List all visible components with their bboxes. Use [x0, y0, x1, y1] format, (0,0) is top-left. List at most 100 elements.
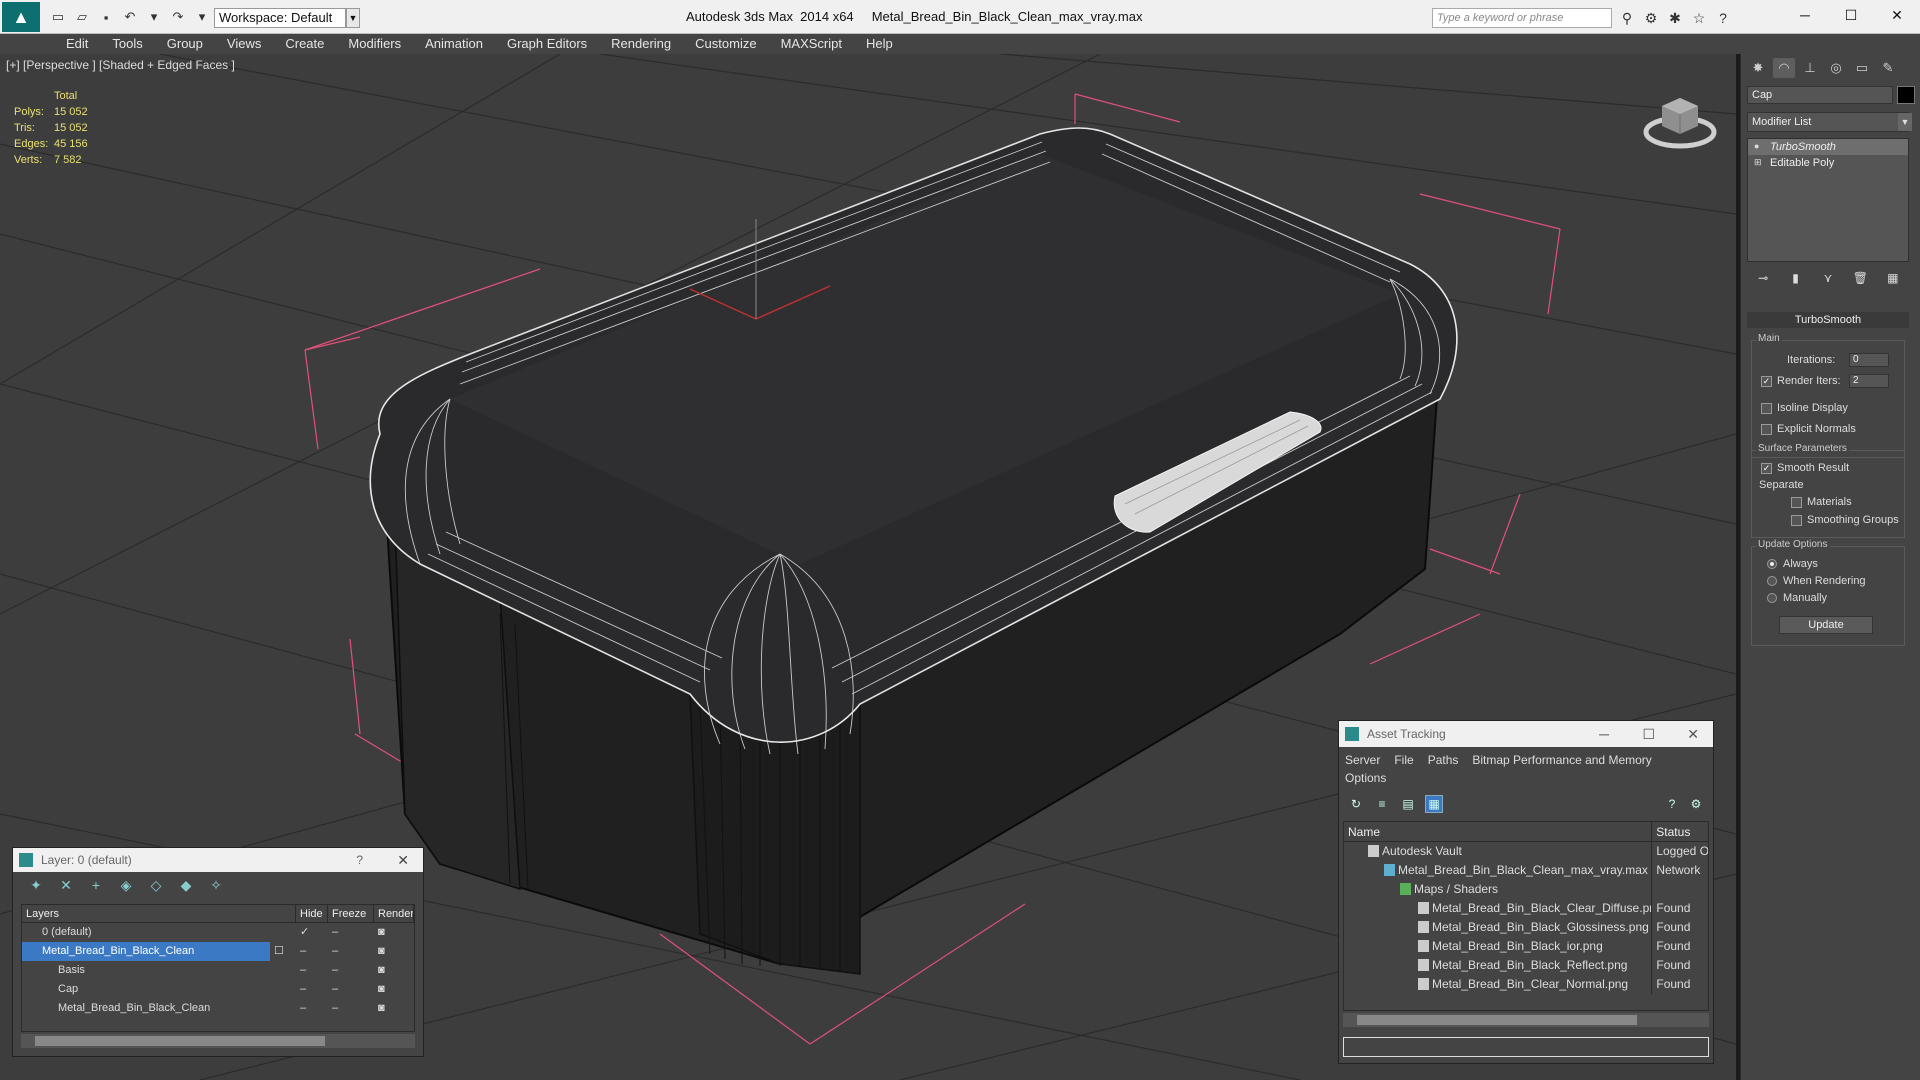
- horizontal-scrollbar[interactable]: [21, 1034, 415, 1048]
- expand-icon[interactable]: ⊞: [1754, 157, 1764, 167]
- select-objects-icon[interactable]: ◈: [117, 876, 135, 894]
- motion-tab-icon[interactable]: ◎: [1825, 58, 1847, 78]
- render-toggle-icon[interactable]: ◙: [374, 980, 414, 999]
- pin-stack-icon[interactable]: ⊸: [1752, 268, 1774, 288]
- menu-tools[interactable]: Tools: [100, 34, 154, 54]
- asset-row[interactable]: Metal_Bread_Bin_Black_ior.png Found: [1344, 937, 1708, 956]
- close-icon[interactable]: ✕: [397, 848, 409, 872]
- highlight-layer-icon[interactable]: ◇: [147, 876, 165, 894]
- freeze-all-layers-icon[interactable]: ✧: [207, 876, 225, 894]
- current-layer-checkbox[interactable]: ☐: [270, 942, 296, 961]
- configure-modifier-sets-icon[interactable]: ▦: [1882, 268, 1904, 288]
- binoculars-icon[interactable]: ⚲: [1618, 9, 1636, 27]
- update-button[interactable]: Update: [1779, 616, 1873, 634]
- asset-row[interactable]: Autodesk Vault Logged O: [1344, 842, 1708, 861]
- refresh-icon[interactable]: ↻: [1347, 795, 1365, 813]
- menu-rendering[interactable]: Rendering: [599, 34, 683, 54]
- materials-checkbox[interactable]: [1791, 497, 1802, 508]
- menu-modifiers[interactable]: Modifiers: [336, 34, 413, 54]
- menu-paths[interactable]: Paths: [1428, 751, 1459, 769]
- modifier-list-dropdown[interactable]: Modifier List ▼: [1747, 112, 1912, 132]
- redo-dropdown-icon[interactable]: ▾: [192, 8, 212, 26]
- remove-modifier-icon[interactable]: 🗑: [1849, 268, 1871, 288]
- layer-row[interactable]: Basis – – ◙: [22, 961, 414, 980]
- asset-row[interactable]: Metal_Bread_Bin_Black_Reflect.png Found: [1344, 956, 1708, 975]
- viewcube-icon[interactable]: [1640, 84, 1720, 154]
- add-to-layer-icon[interactable]: +: [87, 876, 105, 894]
- table-view-icon[interactable]: ▦: [1425, 795, 1443, 813]
- menu-server[interactable]: Server: [1345, 751, 1380, 769]
- asset-row[interactable]: Metal_Bread_Bin_Black_Clean_max_vray.max…: [1344, 861, 1708, 880]
- display-tab-icon[interactable]: ▭: [1851, 58, 1873, 78]
- render-iters-checkbox[interactable]: ✓: [1761, 376, 1772, 387]
- render-toggle-icon[interactable]: ◙: [374, 961, 414, 980]
- stack-item-turbosmooth[interactable]: ● TurboSmooth: [1748, 139, 1908, 155]
- lightbulb-icon[interactable]: ●: [1754, 141, 1764, 151]
- close-icon[interactable]: ✕: [1874, 0, 1920, 30]
- minimize-icon[interactable]: ─: [1599, 721, 1609, 747]
- menu-options[interactable]: Options: [1345, 769, 1386, 787]
- freeze-toggle[interactable]: –: [328, 980, 374, 999]
- scrollbar-thumb[interactable]: [1357, 1015, 1637, 1025]
- render-toggle-icon[interactable]: ◙: [374, 942, 414, 961]
- new-file-icon[interactable]: ▭: [48, 8, 68, 26]
- help-icon[interactable]: ?: [356, 848, 363, 872]
- viewport-label[interactable]: [+] [Perspective ] [Shaded + Edged Faces…: [6, 58, 235, 72]
- always-radio[interactable]: [1767, 559, 1777, 569]
- show-end-result-icon[interactable]: ▮: [1785, 268, 1807, 288]
- horizontal-scrollbar[interactable]: [1343, 1013, 1709, 1027]
- asset-row[interactable]: Metal_Bread_Bin_Clear_Normal.png Found: [1344, 975, 1708, 994]
- list-view-icon[interactable]: ≡: [1373, 795, 1391, 813]
- hide-toggle[interactable]: –: [296, 999, 328, 1018]
- help-icon[interactable]: ?: [1663, 795, 1681, 813]
- workspace-select[interactable]: Workspace: Default: [214, 8, 346, 28]
- workspace-dropdown-icon[interactable]: ▼: [346, 8, 360, 28]
- checkmark-icon[interactable]: ✓: [296, 923, 328, 942]
- menu-bitmap-performance[interactable]: Bitmap Performance and Memory: [1472, 751, 1651, 769]
- freeze-toggle[interactable]: –: [328, 999, 374, 1018]
- column-render[interactable]: Render: [374, 905, 414, 922]
- column-name[interactable]: Name: [1344, 822, 1653, 841]
- undo-dropdown-icon[interactable]: ▾: [144, 8, 164, 26]
- create-layer-icon[interactable]: ✦: [27, 876, 45, 894]
- freeze-toggle[interactable]: –: [328, 961, 374, 980]
- communication-icon[interactable]: ✱: [1666, 9, 1684, 27]
- chevron-down-icon[interactable]: ▼: [1898, 113, 1912, 131]
- when-rendering-radio[interactable]: [1767, 576, 1777, 586]
- turbosmooth-rollout-header[interactable]: TurboSmooth: [1747, 312, 1909, 328]
- close-icon[interactable]: ✕: [1687, 721, 1699, 747]
- menu-views[interactable]: Views: [215, 34, 273, 54]
- subscription-icon[interactable]: ⚙: [1642, 9, 1660, 27]
- layer-row[interactable]: Metal_Bread_Bin_Black_Clean – – ◙: [22, 999, 414, 1018]
- scrollbar-thumb[interactable]: [35, 1036, 325, 1046]
- detail-view-icon[interactable]: ▤: [1399, 795, 1417, 813]
- layer-row[interactable]: Metal_Bread_Bin_Black_Clean ☐ – – ◙: [22, 942, 414, 961]
- menu-create[interactable]: Create: [273, 34, 336, 54]
- hierarchy-tab-icon[interactable]: ⊥: [1799, 58, 1821, 78]
- explicit-normals-checkbox[interactable]: [1761, 424, 1772, 435]
- hide-all-layers-icon[interactable]: ◆: [177, 876, 195, 894]
- object-color-swatch[interactable]: [1897, 86, 1915, 104]
- layer-row[interactable]: Cap – – ◙: [22, 980, 414, 999]
- asset-row[interactable]: Maps / Shaders: [1344, 880, 1708, 899]
- utilities-tab-icon[interactable]: ✎: [1877, 58, 1899, 78]
- object-name-field[interactable]: Cap: [1747, 86, 1893, 104]
- render-iters-spinner[interactable]: 2: [1849, 374, 1889, 388]
- modify-tab-icon[interactable]: ◠: [1773, 58, 1795, 78]
- asset-row[interactable]: Metal_Bread_Bin_Black_Clear_Diffuse.png …: [1344, 899, 1708, 918]
- undo-icon[interactable]: ↶: [120, 8, 140, 26]
- smooth-result-checkbox[interactable]: ✓: [1761, 463, 1772, 474]
- column-freeze[interactable]: Freeze: [328, 905, 374, 922]
- menu-graph-editors[interactable]: Graph Editors: [495, 34, 599, 54]
- open-file-icon[interactable]: ▱: [72, 8, 92, 26]
- hide-toggle[interactable]: –: [296, 961, 328, 980]
- menu-file[interactable]: File: [1394, 751, 1413, 769]
- menu-animation[interactable]: Animation: [413, 34, 495, 54]
- search-input[interactable]: Type a keyword or phrase: [1432, 8, 1612, 28]
- column-status[interactable]: Status: [1652, 822, 1708, 841]
- save-icon[interactable]: ▪: [96, 8, 116, 26]
- hide-toggle[interactable]: –: [296, 942, 328, 961]
- app-logo-icon[interactable]: ▲: [2, 2, 40, 32]
- settings-icon[interactable]: ⚙: [1687, 795, 1705, 813]
- menu-maxscript[interactable]: MAXScript: [769, 34, 854, 54]
